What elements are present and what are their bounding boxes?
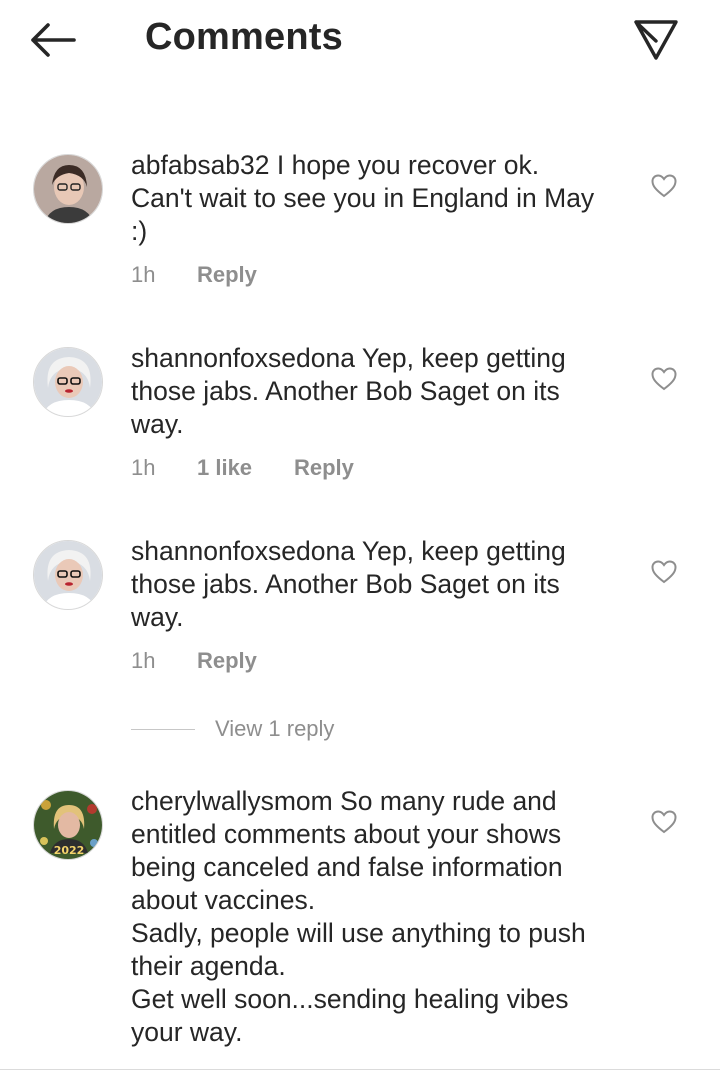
reply-button[interactable]: Reply [197,262,257,288]
comment-username[interactable]: shannonfoxsedona [131,343,355,373]
comment-text: abfabsab32 I hope you recover ok. Can't … [131,149,616,248]
comment-body: So many rude and entitled comments about… [131,786,586,1047]
header: Comments [0,0,720,80]
share-button[interactable] [632,16,680,64]
back-button[interactable] [28,18,84,62]
avatar[interactable] [33,540,103,610]
comment-username[interactable]: cherylwallysmom [131,786,333,816]
reply-button[interactable]: Reply [197,648,257,674]
paper-plane-icon [634,20,678,60]
comment-text: shannonfoxsedona Yep, keep getting those… [131,535,616,634]
arrow-left-icon [31,23,76,57]
comment-meta: 1h 1 like Reply [131,455,354,481]
likes-count[interactable]: 1 like [197,455,294,481]
page-title: Comments [145,16,343,58]
like-button[interactable] [651,810,677,834]
avatar[interactable] [33,154,103,224]
comment-meta: 1h Reply [131,648,257,674]
comment-text: cherylwallysmom So many rude and entitle… [131,785,616,1049]
heart-outline-icon [651,560,677,584]
reply-button[interactable]: Reply [294,455,354,481]
like-button[interactable] [651,174,677,198]
comment-timestamp: 1h [131,648,156,673]
comment-timestamp: 1h [131,455,156,480]
comments-screen: Comments abfabsab32 I hope you recover o… [0,0,720,1073]
avatar[interactable]: 2022 [33,790,103,860]
like-button[interactable] [651,560,677,584]
divider [131,728,195,730]
comment-text: shannonfoxsedona Yep, keep getting those… [131,342,616,441]
comment-timestamp: 1h [131,262,156,287]
comment-username[interactable]: shannonfoxsedona [131,536,355,566]
heart-outline-icon [651,174,677,198]
view-replies-label: View 1 reply [215,716,335,741]
view-replies-button[interactable]: View 1 reply [131,716,334,742]
like-button[interactable] [651,367,677,391]
comment-username[interactable]: abfabsab32 [131,150,270,180]
avatar-caption: 2022 [54,844,85,857]
heart-outline-icon [651,810,677,834]
heart-outline-icon [651,367,677,391]
avatar[interactable] [33,347,103,417]
divider [0,1069,720,1070]
comment-meta: 1h Reply [131,262,257,288]
